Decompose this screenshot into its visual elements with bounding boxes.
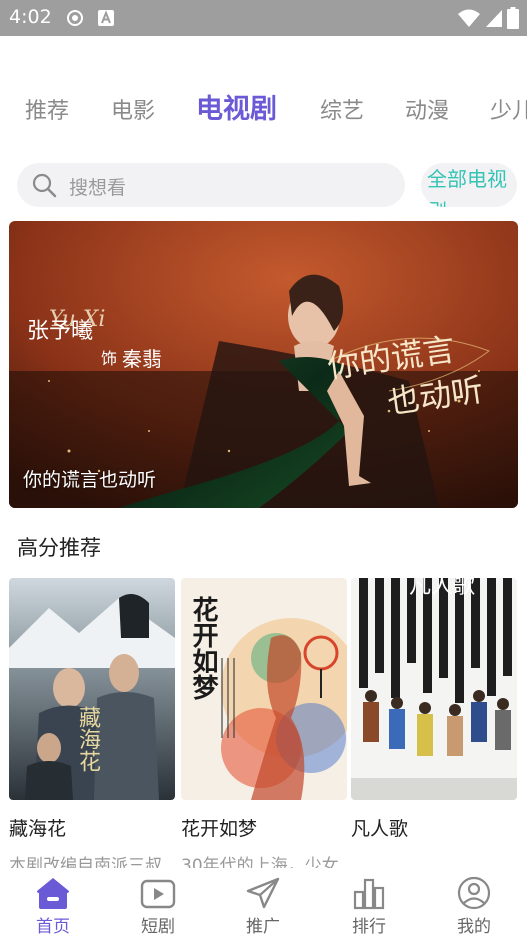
poster-image <box>351 578 517 800</box>
banner-actor-name: 张予曦 <box>27 319 94 344</box>
chart-icon <box>351 876 387 914</box>
drama-card[interactable]: 花开如梦 花开如梦 30年代的上海，少女 <box>181 578 347 876</box>
tab-variety[interactable]: 综艺 <box>320 90 364 134</box>
drama-card[interactable]: 藏海花 藏海花 本剧改编自南派三叔 <box>9 578 175 876</box>
card-title: 凡人歌 <box>351 818 409 840</box>
card-title: 藏海花 <box>9 818 67 840</box>
nav-mine-label: 我的 <box>457 917 491 937</box>
poster-overlay-text: 藏海花 <box>75 706 100 772</box>
wifi-icon <box>457 8 481 32</box>
status-bar: 4:02 <box>0 0 527 36</box>
nav-promote-label: 推广 <box>246 917 280 937</box>
poster-overlay-text: 凡人歌 <box>409 574 476 599</box>
send-icon <box>245 876 281 914</box>
nav-ranking-label: 排行 <box>352 917 386 937</box>
all-tv-series-label: 全部电视剧 <box>427 167 507 207</box>
user-icon <box>456 876 492 914</box>
banner-caption: 你的谎言也动听 <box>23 469 157 491</box>
tab-kids[interactable]: 少儿 <box>490 90 527 134</box>
category-tabs: 推荐 电影 电视剧 综艺 动漫 少儿 <box>0 90 527 140</box>
featured-banner[interactable]: Yu Xi 张予曦 饰 秦翡 你的谎言 也动听 你的谎言也动听 <box>9 221 518 508</box>
tab-movie[interactable]: 电影 <box>111 90 155 134</box>
battery-icon <box>507 7 519 33</box>
search-icon <box>31 172 57 202</box>
search-placeholder: 搜想看 <box>69 177 127 199</box>
play-icon <box>140 876 176 914</box>
search-bar[interactable]: 搜想看 <box>17 163 405 207</box>
signal-icon <box>485 8 503 32</box>
banner-role-name: 秦翡 <box>122 347 162 371</box>
section-title: 高分推荐 <box>17 536 101 560</box>
tab-anime[interactable]: 动漫 <box>405 90 449 134</box>
banner-role-prefix: 饰 <box>101 349 118 368</box>
home-icon <box>35 876 71 914</box>
tab-tv-series[interactable]: 电视剧 <box>196 90 277 132</box>
drama-card[interactable]: 凡人歌 凡人歌 <box>351 574 517 840</box>
nav-home-label: 首页 <box>36 917 70 937</box>
poster-overlay-text: 花开如梦 <box>188 596 218 700</box>
tab-recommend[interactable]: 推荐 <box>25 90 69 134</box>
record-icon <box>66 9 84 31</box>
bottom-nav: 首页 短剧 推广 排行 我的 <box>0 868 527 938</box>
all-tv-series-button[interactable]: 全部电视剧 <box>421 163 517 207</box>
notification-a-icon <box>98 9 114 31</box>
card-title: 花开如梦 <box>181 818 258 840</box>
status-time: 4:02 <box>9 6 52 28</box>
nav-short-drama-label: 短剧 <box>141 917 175 937</box>
